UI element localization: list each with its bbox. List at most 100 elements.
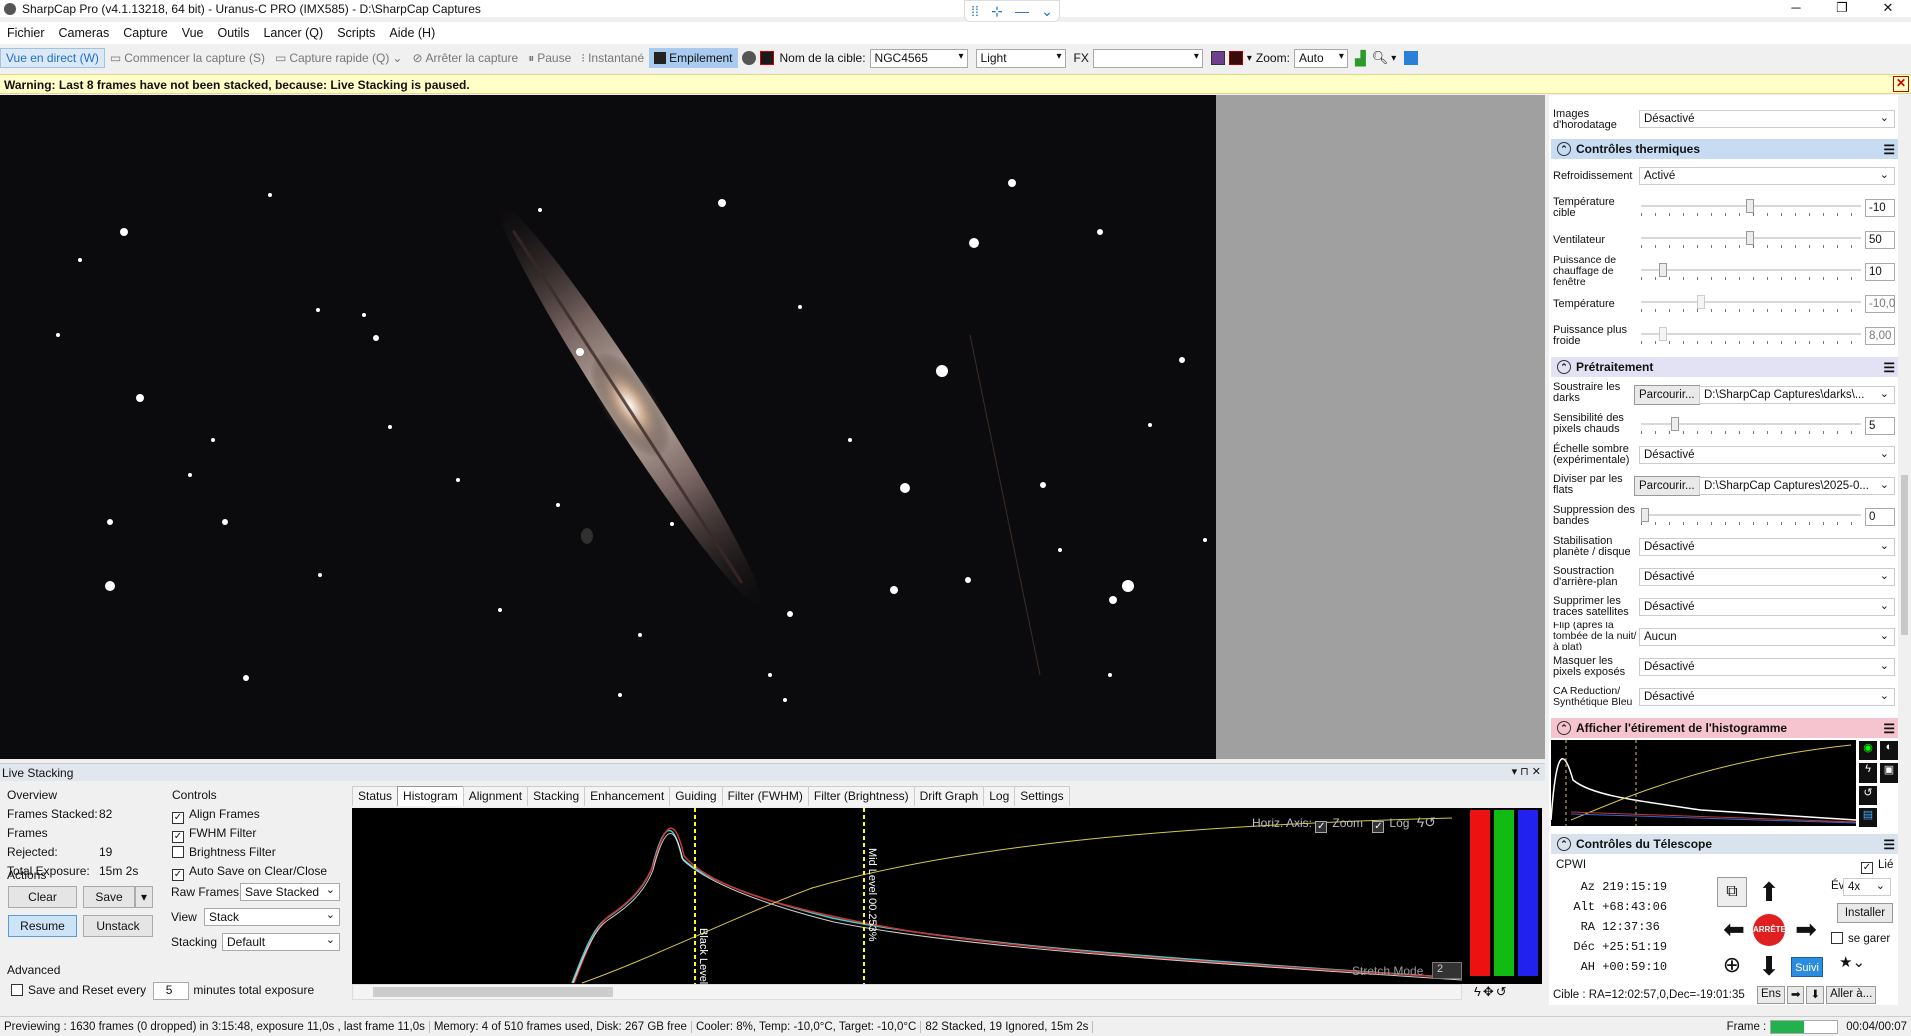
- right-panel-scrollbar[interactable]: [1898, 95, 1911, 1005]
- arrow-down-icon[interactable]: ⬇: [1751, 951, 1787, 983]
- reticle-icon[interactable]: [1228, 51, 1243, 65]
- collapse-icon[interactable]: ⊹: [991, 3, 1003, 20]
- grid-icon[interactable]: ⁞⁞: [971, 3, 979, 19]
- tab-settings[interactable]: Settings: [1014, 786, 1070, 806]
- move-icon[interactable]: ✥: [1483, 984, 1494, 1000]
- start-capture-button[interactable]: ▭ Commencer la capture (S): [105, 51, 270, 65]
- dark-icon[interactable]: [741, 51, 756, 65]
- collapse-icon[interactable]: ⌃: [1557, 837, 1571, 851]
- chevron-down-icon[interactable]: ▾: [1247, 53, 1252, 64]
- check-icon[interactable]: ✓: [172, 812, 184, 824]
- heater-slider[interactable]: [1641, 263, 1861, 280]
- green-level-slider[interactable]: [1494, 810, 1514, 976]
- tab-drift-graph[interactable]: Drift Graph: [913, 786, 985, 806]
- hotpixel-field[interactable]: 5: [1865, 417, 1895, 435]
- heater-field[interactable]: 10: [1865, 263, 1895, 281]
- fan-slider[interactable]: [1641, 231, 1861, 248]
- maximize-button[interactable]: ❐: [1819, 0, 1865, 16]
- rate-combo[interactable]: 4x: [1843, 878, 1891, 896]
- snapshot-button[interactable]: ⁝ Instantané: [576, 51, 649, 65]
- collapse-icon[interactable]: ⌃: [1557, 721, 1571, 735]
- tab-histogram[interactable]: Histogram: [397, 786, 464, 806]
- arrow-left-icon[interactable]: ⬅: [1717, 912, 1751, 948]
- check-icon[interactable]: ✓: [1315, 821, 1328, 833]
- pin-icon[interactable]: [1404, 51, 1419, 65]
- unstack-button[interactable]: Unstack: [83, 915, 153, 937]
- clear-button[interactable]: Clear: [8, 886, 77, 908]
- tab-stacking[interactable]: Stacking: [527, 786, 586, 806]
- brightness-filter-option[interactable]: Brightness Filter: [172, 843, 327, 862]
- check-icon[interactable]: ✓: [172, 831, 184, 843]
- tab-alignment[interactable]: Alignment: [462, 786, 529, 806]
- save-icon[interactable]: ▤: [1859, 807, 1877, 827]
- auto-stretch-icon[interactable]: ◉: [1859, 741, 1877, 761]
- histogram-section-header[interactable]: ⌃ Afficher l'étirement de l'histogramme ☰: [1551, 718, 1899, 738]
- stabilization-combo[interactable]: Désactivé: [1639, 538, 1895, 556]
- goto-button[interactable]: Aller à...: [1826, 986, 1877, 1004]
- minus-icon[interactable]: —: [1015, 3, 1029, 19]
- mask-combo[interactable]: Désactivé: [1639, 658, 1895, 676]
- menu-aide[interactable]: Aide (H): [382, 26, 442, 40]
- tab-status[interactable]: Status: [352, 786, 399, 806]
- color-balance-sliders[interactable]: [1470, 810, 1538, 976]
- lock-icon[interactable]: ▣: [1880, 763, 1898, 783]
- snap-layout-toolbar[interactable]: ⁞⁞ ⊹ — ⌄: [964, 0, 1060, 22]
- stacking-button[interactable]: Empilement: [649, 48, 738, 68]
- darks-combo[interactable]: D:\SharpCap Captures\darks\...: [1699, 386, 1895, 404]
- minimize-button[interactable]: ─: [1773, 0, 1819, 16]
- scrollbar-thumb[interactable]: [373, 987, 613, 997]
- linked-checkbox[interactable]: ✓ Lié: [1861, 859, 1893, 874]
- flip-combo[interactable]: Aucun: [1639, 628, 1895, 646]
- flats-combo[interactable]: D:\SharpCap Captures\2025-0...: [1699, 477, 1895, 495]
- slider-thumb[interactable]: [1659, 263, 1667, 277]
- menu-scripts[interactable]: Scripts: [330, 26, 382, 40]
- hamburger-icon[interactable]: ☰: [1883, 142, 1895, 158]
- browse-darks-button[interactable]: Parcourir...: [1634, 385, 1700, 405]
- slider-thumb[interactable]: [1746, 231, 1754, 245]
- raw-frames-combo[interactable]: Save Stacked: [240, 883, 340, 901]
- banding-slider[interactable]: [1641, 508, 1861, 525]
- slider-thumb[interactable]: [1746, 199, 1754, 213]
- target-name-combo[interactable]: NGC4565: [869, 48, 968, 68]
- arrow-right-icon[interactable]: ➡: [1786, 986, 1805, 1004]
- telescope-section-header[interactable]: ⌃ Contrôles du Télescope ☰: [1551, 834, 1899, 854]
- install-button[interactable]: Installer: [1837, 903, 1893, 923]
- cooling-combo[interactable]: Activé: [1639, 167, 1895, 185]
- menu-cameras[interactable]: Cameras: [52, 26, 117, 40]
- contrast-icon[interactable]: ◐: [1880, 741, 1898, 761]
- stacking-mode-combo[interactable]: Default: [222, 933, 340, 951]
- fx-combo[interactable]: [1092, 48, 1203, 68]
- arrow-down-icon[interactable]: ⬇: [1806, 986, 1825, 1004]
- save-reset-option[interactable]: Save and Reset every 5 minutes total expo…: [11, 982, 314, 1000]
- bg-subtraction-combo[interactable]: Désactivé: [1639, 568, 1895, 586]
- scrollbar-thumb[interactable]: [1901, 475, 1908, 635]
- reset-icon[interactable]: ↺: [1859, 785, 1877, 805]
- tab-filter-brightness[interactable]: Filter (Brightness): [807, 786, 915, 806]
- resume-button[interactable]: Resume: [8, 915, 77, 937]
- menu-lancer[interactable]: Lancer (Q): [256, 26, 330, 40]
- reset-icon[interactable]: ↺: [1496, 984, 1507, 1000]
- menu-capture[interactable]: Capture: [116, 26, 174, 40]
- park-checkbox[interactable]: se garer: [1831, 932, 1890, 945]
- auto-save-option[interactable]: ✓ Auto Save on Clear/Close: [172, 862, 327, 881]
- save-button[interactable]: Save: [83, 886, 135, 908]
- arrow-up-icon[interactable]: ⬆: [1751, 877, 1787, 909]
- red-filter-icon[interactable]: [759, 51, 774, 65]
- hamburger-icon[interactable]: ☰: [1883, 837, 1895, 853]
- menu-outils[interactable]: Outils: [211, 26, 257, 40]
- live-view-button[interactable]: Vue en direct (W): [0, 48, 105, 68]
- stack-histogram[interactable]: Black Level 00.153% Mid Level 00.253% Ho…: [352, 808, 1542, 1031]
- pause-button[interactable]: ⏸ Pause: [523, 51, 576, 66]
- camera-image[interactable]: [0, 95, 1216, 759]
- panel-controls[interactable]: ▾ ⊓ ✕: [1512, 765, 1541, 778]
- crop-icon[interactable]: ⧉: [1717, 877, 1747, 907]
- check-icon[interactable]: ✓: [172, 869, 184, 881]
- red-level-slider[interactable]: [1470, 810, 1490, 976]
- fwhm-filter-option[interactable]: ✓ FWHM Filter: [172, 824, 327, 843]
- collapse-icon[interactable]: ⌃: [1557, 360, 1571, 374]
- checkbox-icon[interactable]: [172, 846, 184, 858]
- crosshair-icon[interactable]: [1210, 51, 1225, 65]
- close-window-button[interactable]: ✕: [1865, 0, 1911, 16]
- reset-icon[interactable]: ↺: [1424, 814, 1436, 830]
- target-temp-field[interactable]: -10: [1865, 199, 1895, 217]
